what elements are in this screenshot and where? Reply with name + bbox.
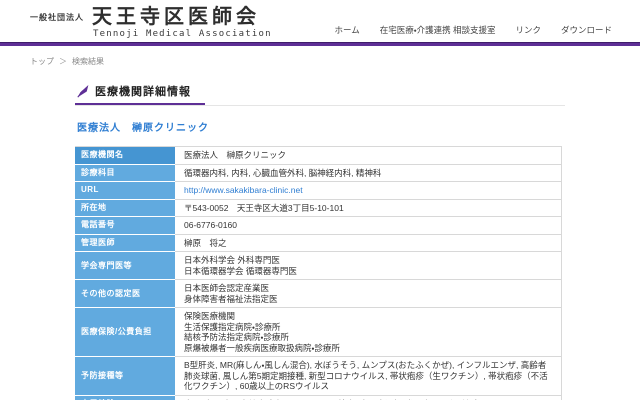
row-value: B型肝炎, MR(麻しん・風しん混合), 水ぼうそう, ムンプス(おたふくかぜ)… [175,357,562,396]
row-label: 管理医師 [75,234,175,252]
page-title: 医療機関詳細情報 [95,83,191,99]
row-label: 医療保険/公費負担 [75,308,175,357]
page-title-bar: 医療機関詳細情報 [75,81,565,106]
page-title-wrap: 医療機関詳細情報 [75,81,205,105]
row-label: 所在地 [75,199,175,217]
org-name-english: Tennoji Medical Association [93,29,272,39]
row-value: 大腸がん, 大阪市健康診査, 肝炎ウィルス検査, 大阪市選択型通所サービス健診 [175,395,562,400]
table-row: 学会専門医等日本外科学会 外科専門医日本循環器学会 循環器専門医 [75,252,562,280]
row-value: 日本医師会認定産業医身体障害者福祉法指定医 [175,280,562,308]
main-nav: ホーム 在宅医療・介護連携 相談支援室 リンク ダウンロード [334,20,612,38]
table-row: 所在地〒543-0052 天王寺区大道3丁目5-10-101 [75,199,562,217]
table-row: 診療科目循環器内科, 内科, 心臓血管外科, 脳神経内科, 精神科 [75,164,562,182]
row-label: 電話番号 [75,217,175,235]
row-value: 医療法人 榊原クリニック [175,147,562,165]
breadcrumb: トップ ＞ 検索結果 [0,46,640,67]
nav-item-3: ダウンロード [561,20,612,38]
row-value: 06-6776-0160 [175,217,562,235]
nav-item-0: ホーム [334,20,359,38]
row-value: 循環器内科, 内科, 心臓血管外科, 脳神経内科, 精神科 [175,164,562,182]
table-row: 予防接種等B型肝炎, MR(麻しん・風しん混合), 水ぼうそう, ムンプス(おた… [75,357,562,396]
nav-link-0[interactable]: ホーム [334,25,359,35]
breadcrumb-separator: ＞ [59,57,67,66]
row-label: 市民健診 [75,395,175,400]
row-value: 榊原 将之 [175,234,562,252]
row-label: URL [75,182,175,200]
nav-item-2: リンク [515,20,541,38]
main-content: 医療機関詳細情報 医療法人 榊原クリニック 医療機関名医療法人 榊原クリニック診… [75,81,565,400]
row-label: その他の認定医 [75,280,175,308]
nav-link-1[interactable]: 在宅医療・介護連携 相談支援室 [380,25,496,35]
nav-link-2[interactable]: リンク [515,25,541,35]
table-row: 医療機関名医療法人 榊原クリニック [75,147,562,165]
clinic-name-heading[interactable]: 医療法人 榊原クリニック [77,119,565,134]
site-logo[interactable]: 一般社団法人 天王寺区医師会 Tennoji Medical Associati… [30,6,272,39]
row-label: 予防接種等 [75,357,175,396]
breadcrumb-item-0[interactable]: トップ [30,57,54,66]
quill-icon [77,85,90,98]
table-row: 医療保険/公費負担保険医療機関生活保護指定病院・診療所結核予防法指定病院・診療所… [75,308,562,357]
table-row: 管理医師榊原 将之 [75,234,562,252]
nav-item-1: 在宅医療・介護連携 相談支援室 [380,20,496,38]
row-value: 〒543-0052 天王寺区大道3丁目5-10-101 [175,199,562,217]
org-type-label: 一般社団法人 [30,12,84,28]
detail-table: 医療機関名医療法人 榊原クリニック診療科目循環器内科, 内科, 心臓血管外科, … [75,146,562,400]
detail-table-body: 医療機関名医療法人 榊原クリニック診療科目循環器内科, 内科, 心臓血管外科, … [75,147,562,400]
row-value: 保険医療機関生活保護指定病院・診療所結核予防法指定病院・診療所原爆被爆者一般疾病… [175,308,562,357]
org-name: 天王寺区医師会 [92,6,260,28]
breadcrumb-item-1: 検索結果 [72,57,104,66]
table-row: 市民健診大腸がん, 大阪市健康診査, 肝炎ウィルス検査, 大阪市選択型通所サービ… [75,395,562,400]
row-label: 学会専門医等 [75,252,175,280]
nav-link-3[interactable]: ダウンロード [561,25,612,35]
table-row: その他の認定医日本医師会認定産業医身体障害者福祉法指定医 [75,280,562,308]
row-value: 日本外科学会 外科専門医日本循環器学会 循環器専門医 [175,252,562,280]
site-header: 一般社団法人 天王寺区医師会 Tennoji Medical Associati… [0,0,640,42]
url-link[interactable]: http://www.sakakibara-clinic.net [184,185,303,195]
row-label: 医療機関名 [75,147,175,165]
table-row: 電話番号06-6776-0160 [75,217,562,235]
table-row: URL http://www.sakakibara-clinic.net [75,182,562,200]
row-label: 診療科目 [75,164,175,182]
row-value: http://www.sakakibara-clinic.net [175,182,562,200]
